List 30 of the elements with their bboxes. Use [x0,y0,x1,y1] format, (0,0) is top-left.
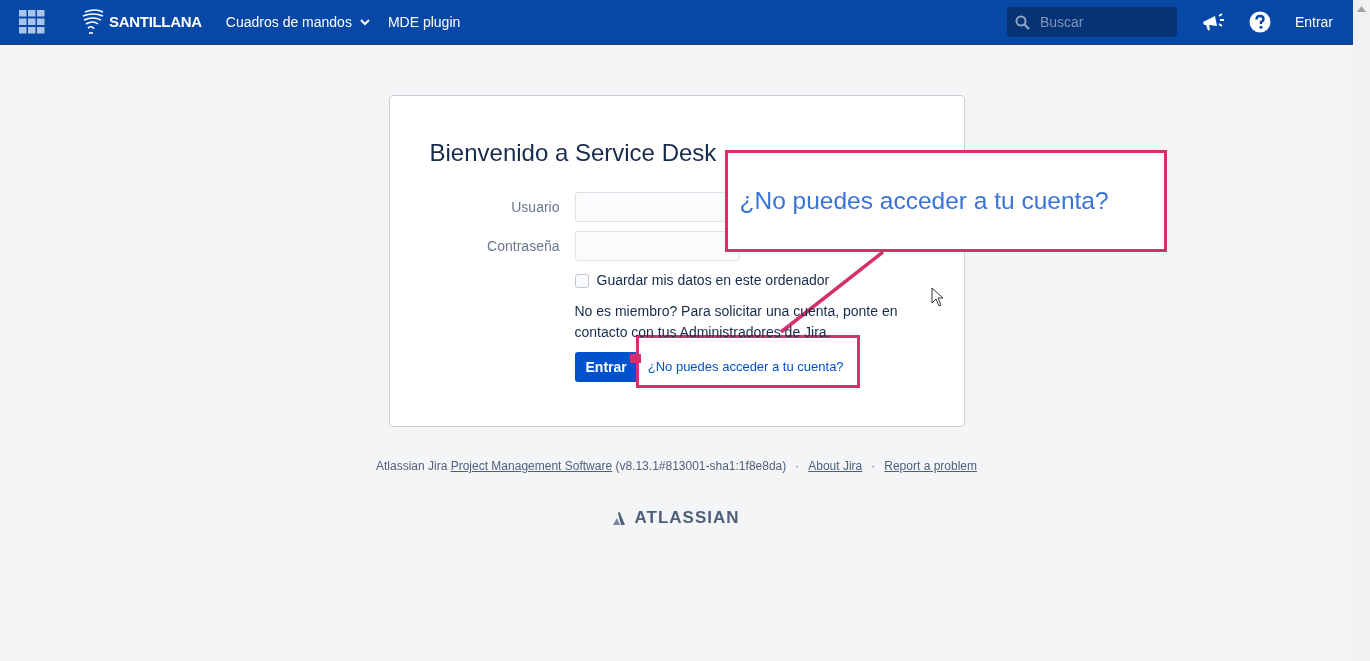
login-button[interactable]: Entrar [574,352,638,382]
mouse-cursor-icon [930,287,945,307]
login-link[interactable]: Entrar [1294,11,1333,33]
footer-link[interactable]: Report a problem [884,459,977,473]
footer-link[interactable]: About Jira [808,459,863,473]
search-input[interactable]: Buscar [1037,10,1158,34]
password-field[interactable] [574,231,740,261]
atlassian-wordmark: ATLASSIAN [634,507,740,529]
app-grid-icon[interactable] [19,10,45,34]
remember-checkbox[interactable] [574,273,589,288]
footer-text: Atlassian Jira Project Management Software (v8.13.1#813001-sha1:1f8e8da) [376,459,787,473]
scrollbar[interactable] [1353,0,1370,661]
nav-menu-item[interactable]: Cuadros de mandos [225,11,370,33]
megaphone-icon[interactable] [1200,12,1225,32]
brand-name: SANTILLANA [109,11,202,32]
search-icon [1014,14,1030,30]
forgot-account-link[interactable]: ¿No puedes acceder a tu cuenta? [647,357,844,377]
help-icon[interactable] [1248,11,1271,33]
separator-dot: · [795,459,800,473]
field-label: Contraseña [486,236,561,256]
nav-menu-item[interactable]: MDE plugin [387,11,461,33]
product-link[interactable]: Project Management Software [450,459,613,473]
page-title: Bienvenido a Service Desk [429,138,718,168]
separator-dot: · [871,459,876,473]
search-field[interactable]: Buscar [1006,7,1177,37]
scroll-up-icon[interactable] [1357,6,1366,12]
magnified-link-text: ¿No puedes acceder a tu cuenta? [739,185,1109,216]
field-label: Usuario [510,197,561,217]
swirl-logo-icon [81,8,105,36]
remember-label: Guardar mis datos en este ordenador [596,271,830,290]
